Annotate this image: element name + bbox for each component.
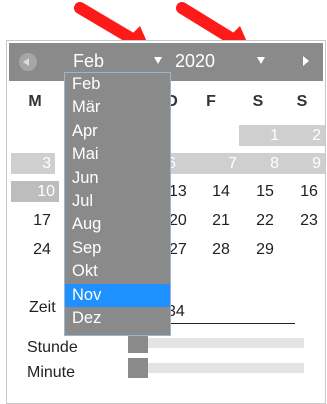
weekday-sun: S: [296, 93, 308, 110]
day-cell[interactable]: 17: [22, 210, 62, 231]
weekday-mon: M: [28, 93, 42, 110]
next-month-icon[interactable]: [303, 56, 309, 66]
day-cell[interactable]: 24: [22, 239, 62, 260]
hour-slider-handle[interactable]: [128, 333, 148, 353]
month-option[interactable]: Feb: [65, 73, 170, 96]
month-option[interactable]: Apr: [65, 120, 170, 143]
day-cell[interactable]: 21: [201, 210, 241, 231]
prev-month-icon[interactable]: [19, 53, 37, 71]
time-underline: [167, 323, 295, 324]
hour-label: Stunde: [27, 339, 78, 356]
month-option[interactable]: Jul: [65, 190, 170, 213]
month-option[interactable]: Sep: [65, 237, 170, 260]
month-option[interactable]: Mai: [65, 143, 170, 166]
month-select[interactable]: Feb: [73, 51, 104, 72]
day-cell[interactable]: 2: [281, 125, 325, 146]
month-option[interactable]: Jun: [65, 167, 170, 190]
day-cell[interactable]: 9: [281, 153, 325, 174]
weekday-fri: F: [206, 93, 216, 110]
minute-slider-track[interactable]: [128, 363, 304, 373]
day-cell[interactable]: 1: [239, 125, 283, 146]
month-option-highlighted[interactable]: Nov: [65, 283, 170, 307]
day-cell[interactable]: 23: [289, 210, 327, 231]
day-cell[interactable]: 14: [201, 181, 241, 202]
day-cell[interactable]: 22: [245, 210, 285, 231]
month-option[interactable]: Mär: [65, 96, 170, 119]
time-label: Zeit: [29, 299, 56, 316]
month-option[interactable]: Dez: [65, 307, 170, 330]
minute-slider-handle[interactable]: [128, 358, 148, 378]
day-cell[interactable]: 16: [289, 181, 327, 202]
day-cell[interactable]: 28: [201, 239, 241, 260]
month-option[interactable]: Aug: [65, 213, 170, 236]
day-cell[interactable]: 29: [245, 239, 285, 260]
day-cell[interactable]: 3: [11, 153, 55, 174]
hour-slider-track[interactable]: [128, 338, 304, 348]
month-caret-icon[interactable]: [154, 57, 162, 64]
weekday-sat: S: [252, 93, 264, 110]
minute-label: Minute: [27, 364, 76, 381]
year-caret-icon[interactable]: [257, 57, 265, 64]
month-option[interactable]: Okt: [65, 260, 170, 283]
day-cell[interactable]: 8: [239, 153, 283, 174]
month-dropdown-list: Feb Mär Apr Mai Jun Jul Aug Sep Okt Nov …: [64, 72, 171, 336]
day-cell-selected[interactable]: 10: [11, 181, 59, 202]
day-cell[interactable]: 15: [245, 181, 285, 202]
year-select[interactable]: 2020: [175, 51, 215, 72]
day-cell[interactable]: 7: [197, 153, 241, 174]
